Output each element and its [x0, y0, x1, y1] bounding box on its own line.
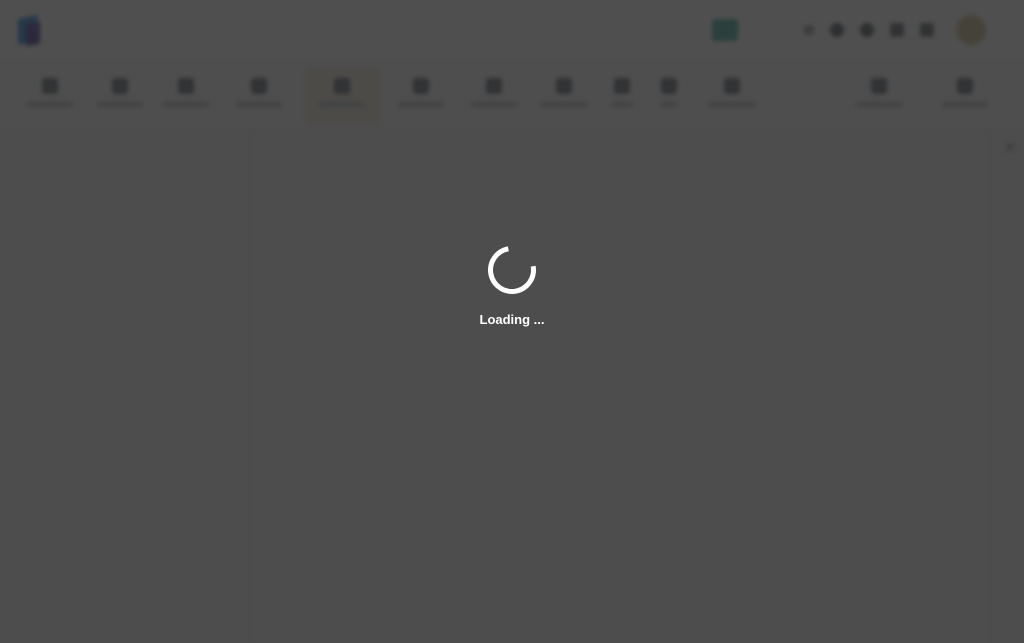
- loading-text: Loading ...: [479, 312, 545, 327]
- spinner-icon: [478, 236, 546, 304]
- loading-overlay: Loading ...: [0, 0, 1024, 643]
- loader: Loading ...: [0, 236, 1024, 327]
